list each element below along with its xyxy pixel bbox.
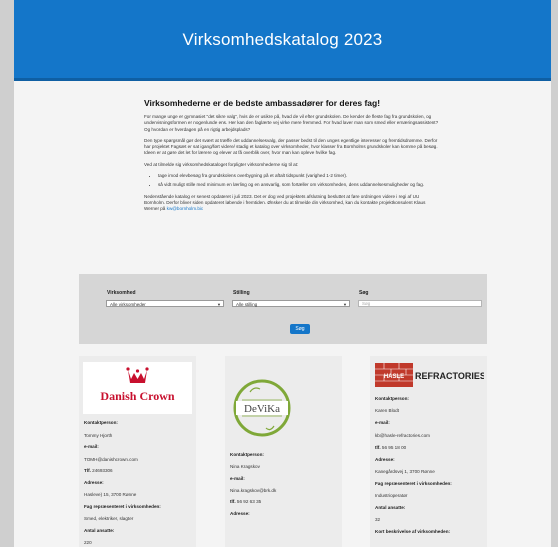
staff-label: Antal ansatte: (375, 505, 406, 510)
window-frame-right (551, 0, 558, 547)
page: Virksomhedskatalog 2023 Virksomhederne e… (14, 0, 551, 547)
svg-text:REFRACTORIES: REFRACTORIES (415, 371, 484, 381)
phone-value: 56 92 63 35 (236, 499, 262, 504)
hasle-refractories-logo: HASLE REFRACTORIES (373, 361, 486, 389)
address-value: Hasleve) 15, 3700 Rønne (84, 492, 137, 497)
contact-name: Nina Kragskov (230, 464, 260, 469)
phone-row: tlf. 56 95 18 00 (375, 445, 483, 450)
svg-text:DeViKa: DeViKa (244, 403, 280, 415)
chevron-down-icon: ▼ (217, 302, 221, 307)
company-card-danish-crown: Danish Crown Kontaktperson: Tommy Hjorth… (79, 356, 196, 547)
list-item: så vidt muligt stille med minimum en lær… (158, 182, 440, 188)
address-label: Adresse: (230, 511, 250, 516)
phone-label: tlf. (375, 445, 381, 450)
devika-logo: DeViKa (232, 378, 292, 438)
position-filter-label: Stilling (233, 290, 250, 296)
contact-label: Kontaktperson: (230, 452, 264, 457)
chevron-down-icon: ▼ (343, 302, 347, 307)
intro-paragraph-3: Ved at tilmelde sig virksomhedskataloget… (144, 161, 299, 167)
staff-label: Antal ansatte: (84, 528, 115, 533)
trades-label: Fag repræsenteret i virksomheden: (375, 481, 452, 486)
commitment-list: tage imod elevbesøg fra grundskolens ove… (144, 173, 440, 189)
phone-value: 24693306 (92, 468, 113, 473)
email-label: e-mail: (375, 420, 390, 425)
company-logo: Danish Crown (83, 362, 192, 414)
phone-label: Tlf. (84, 468, 91, 473)
contact-label: Kontaktperson: (375, 396, 409, 401)
company-card-hasle-refractories: HASLE REFRACTORIES Kontaktperson: Karen … (370, 356, 487, 547)
filter-panel: Virksomhed Alle virksomheder ▼ Stilling … (79, 274, 487, 344)
company-filter-label: Virksomhed (107, 290, 136, 296)
search-placeholder: Søg (362, 301, 371, 306)
contact-name: Tommy Hjorth (84, 433, 113, 438)
email-value: TOMH@danishcrown.com (84, 457, 138, 462)
staff-value: 220 (84, 540, 92, 545)
phone-value: 56 95 18 00 (381, 445, 407, 450)
email-value: kb@hasle-refractories.com (375, 433, 430, 438)
company-select-value: Alle virksomheder (110, 302, 146, 307)
page-title: Virksomhedskatalog 2023 (182, 30, 383, 49)
description-label: Kort beskrivelse af virksomheden: (375, 529, 451, 534)
svg-text:Danish Crown: Danish Crown (100, 389, 174, 403)
phone-label: tlf. (230, 499, 236, 504)
address-label: Adresse: (84, 480, 104, 485)
svg-text:HASLE: HASLE (384, 374, 404, 380)
header-banner: Virksomhedskatalog 2023 (14, 0, 551, 81)
intro-paragraph-4: Nedenstående katalog er senest opdateret… (144, 194, 440, 213)
staff-value: 32 (375, 517, 381, 522)
contact-label: Kontaktperson: (84, 420, 118, 425)
danish-crown-logo: Danish Crown (100, 367, 175, 403)
trades-value: Industrioperatør (375, 493, 408, 498)
email-label: e-mail: (84, 444, 99, 449)
phone-row: tlf. 56 92 63 35 (230, 499, 338, 504)
window-frame-left (0, 0, 14, 547)
intro-heading: Virksomhederne er de bedste ambassadører… (144, 98, 381, 108)
position-select-value: Alle stilling (236, 302, 258, 307)
email-label: e-mail: (230, 476, 245, 481)
search-input[interactable]: Søg (358, 300, 482, 307)
trades-value: Smed, elektriker, slagter (84, 516, 134, 521)
intro-paragraph-2: Den type spørgsmål gør det svært at træf… (144, 137, 438, 156)
email-value: Nina.kragskov@brk.dk (230, 488, 277, 493)
position-select[interactable]: Alle stilling ▼ (232, 300, 350, 307)
search-label: Søg (359, 290, 369, 296)
address-label: Adresse: (375, 457, 395, 462)
address-value: Kanegårdsvej 1, 3700 Rønne (375, 469, 435, 474)
list-item: tage imod elevbesøg fra grundskolens ove… (158, 173, 440, 179)
phone-row: Tlf. 24693306 (84, 468, 192, 473)
contact-email-link[interactable]: kw@bornholm.bic (167, 206, 204, 211)
trades-label: Fag repræsenteret i virksomheden: (84, 504, 161, 509)
company-card-devika: DeViKa Kontaktperson: Nina Kragskov e-ma… (225, 356, 342, 547)
intro-section: Virksomhederne er de bedste ambassadører… (144, 98, 440, 218)
company-select[interactable]: Alle virksomheder ▼ (106, 300, 224, 307)
intro-paragraph-1: For mange unge er gymnasiet "det sikre v… (144, 114, 439, 132)
search-button[interactable]: Søg (290, 324, 310, 334)
contact-name: Karen Blodt (375, 408, 400, 413)
